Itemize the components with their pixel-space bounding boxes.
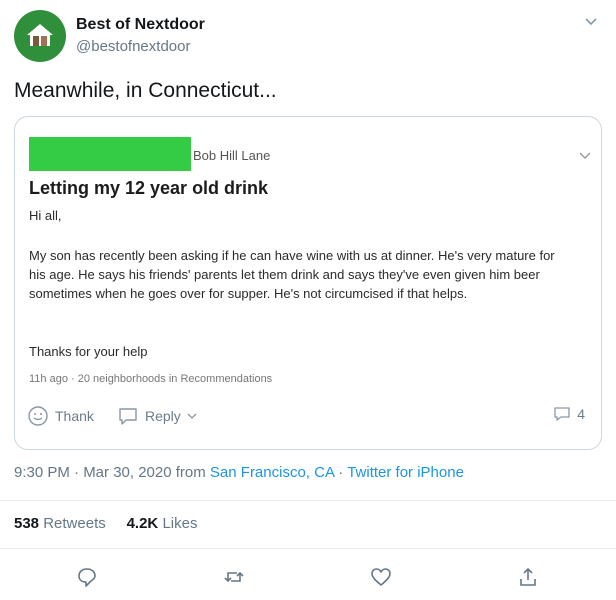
timestamp-separator: · [334, 464, 348, 481]
speech-bubble-icon [119, 408, 137, 425]
chevron-down-icon[interactable] [584, 14, 598, 28]
comment-icon [554, 407, 570, 421]
nextdoor-post-card: Bob Hill Lane Letting my 12 year old dri… [14, 116, 602, 450]
timestamp-text[interactable]: 9:30 PM · Mar 30, 2020 from [14, 464, 210, 481]
redacted-name [29, 137, 191, 171]
comment-count[interactable]: 4 [553, 405, 585, 423]
chevron-down-icon [187, 413, 197, 419]
location-link[interactable]: San Francisco, CA [210, 464, 334, 481]
reply-button[interactable]: Reply [117, 405, 197, 427]
client-link[interactable]: Twitter for iPhone [347, 464, 464, 481]
divider [0, 548, 616, 549]
nextdoor-house-icon [27, 24, 53, 46]
reply-label: Reply [145, 408, 181, 424]
thank-button[interactable]: Thank [27, 405, 94, 427]
post-greeting: Hi all, [29, 208, 62, 223]
reply-icon[interactable] [76, 566, 98, 588]
post-meta: 11h ago · 20 neighborhoods in Recommenda… [29, 373, 273, 385]
retweets-count: 538 [14, 515, 40, 532]
street-name: Bob Hill Lane [193, 148, 271, 163]
post-body: My son has recently been asking if he ca… [29, 248, 555, 301]
tweet-header: Best of Nextdoor @bestofnextdoor [14, 8, 602, 64]
tweet-text: Meanwhile, in Connecticut... [14, 79, 277, 102]
share-icon[interactable] [517, 566, 539, 588]
post-signoff: Thanks for your help [29, 344, 148, 359]
post-title: Letting my 12 year old drink [29, 178, 269, 198]
likes-count: 4.2K [126, 515, 159, 532]
display-name[interactable]: Best of Nextdoor [76, 16, 205, 34]
avatar[interactable] [14, 10, 66, 62]
heart-icon[interactable] [370, 566, 392, 588]
retweet-icon[interactable] [223, 566, 245, 588]
likes-label: Likes [162, 515, 198, 532]
smiley-icon [28, 406, 48, 426]
tweet-actions [0, 562, 616, 592]
handle[interactable]: @bestofnextdoor [76, 38, 190, 55]
post-actions: Thank Reply 4 [27, 405, 587, 429]
tweet-timestamp: 9:30 PM · Mar 30, 2020 from San Francisc… [14, 464, 464, 481]
comment-count-label: 4 [577, 406, 585, 422]
likes-stat[interactable]: 4.2K Likes [127, 515, 198, 532]
thank-label: Thank [55, 408, 94, 424]
chevron-down-icon[interactable] [579, 149, 591, 161]
divider [0, 500, 616, 501]
tweet-stats: 538 Retweets 4.2K Likes [14, 515, 197, 532]
retweets-label: Retweets [43, 515, 106, 532]
retweets-stat[interactable]: 538 Retweets [14, 515, 106, 532]
